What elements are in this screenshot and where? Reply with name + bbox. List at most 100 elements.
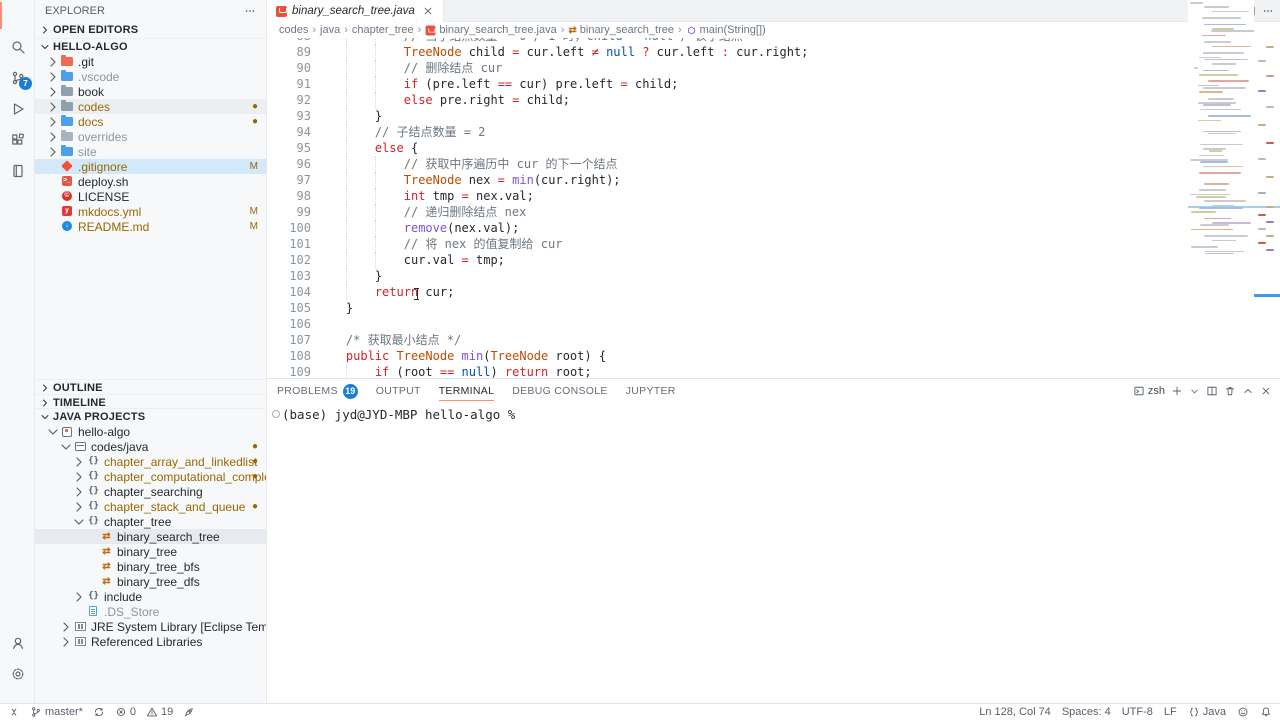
java-item-chapter-searching[interactable]: {}chapter_searching (35, 484, 266, 499)
activity-bar-search[interactable] (0, 31, 35, 62)
kill-terminal-button[interactable] (1224, 385, 1236, 397)
command-decoration-icon[interactable] (272, 410, 280, 418)
close-panel-button[interactable] (1260, 385, 1272, 397)
panel-tab-problems[interactable]: PROBLEMS19 (277, 379, 358, 403)
chevron-down-icon (39, 41, 51, 53)
explorer-item-mkdocs-yml[interactable]: ymkdocs.ymlM (35, 204, 266, 219)
status-bell[interactable] (1260, 706, 1272, 718)
status-remote[interactable] (8, 706, 20, 718)
line-number: 91 (267, 76, 311, 92)
section-open-editors[interactable]: OPEN EDITORS (35, 22, 266, 38)
panel-tab-output[interactable]: OUTPUT (376, 379, 421, 403)
tab-binary-search-tree[interactable]: binary_search_tree.java (267, 0, 444, 22)
code-text: if (pre.left == cur) pre.left = child; (404, 76, 679, 92)
section-root-folder[interactable]: HELLO-ALGO (35, 38, 266, 54)
activity-bar-explorer[interactable] (0, 0, 35, 31)
terminal-shell-selector[interactable]: zsh (1133, 385, 1165, 397)
vscode-window: 7 EXPLORER OPEN EDITORS HELLO-ALGO .git.… (0, 0, 1280, 720)
breadcrumb-item-binary-search-tree-java[interactable]: binary_search_tree.java (425, 24, 556, 36)
status-0[interactable]: 0 (115, 706, 136, 718)
explorer-item-readme-md[interactable]: ↓README.mdM (35, 219, 266, 234)
code-line-99: 99// 递归删除结点 nex (267, 204, 1188, 220)
chevron-right-icon (45, 129, 61, 145)
sync-icon (93, 706, 105, 718)
terminal[interactable]: (base) jyd@JYD-MBP hello-algo % (267, 405, 1280, 703)
breadcrumb-item-java[interactable]: java (320, 24, 340, 36)
activity-bar-run-debug[interactable] (0, 93, 35, 124)
status-utf-8[interactable]: UTF-8 (1122, 706, 1153, 718)
activity-bar-extensions[interactable] (0, 124, 35, 155)
status-master[interactable]: master* (30, 706, 83, 718)
activity-bar-settings[interactable] (0, 658, 35, 689)
explorer-item-site[interactable]: site (35, 144, 266, 159)
breadcrumb-item-main-string[interactable]: main(String[]) (686, 24, 766, 36)
breadcrumb-item-chapter-tree[interactable]: chapter_tree (352, 24, 414, 36)
breadcrumb-item-binary-search-tree[interactable]: ⇄binary_search_tree (568, 24, 674, 37)
status-ln-128-col-74[interactable]: Ln 128, Col 74 (979, 706, 1051, 718)
explorer-item-git[interactable]: .git (35, 54, 266, 69)
activity-bar-notebook[interactable] (0, 155, 35, 186)
java-item-chapter-stack-and-queue[interactable]: {}chapter_stack_and_queue● (35, 499, 266, 514)
rocket-icon (183, 706, 195, 718)
java-item-chapter-array-and-linkedlist[interactable]: {}chapter_array_and_linkedlist● (35, 454, 266, 469)
activity-bar-account[interactable] (0, 627, 35, 658)
section-outline[interactable]: OUTLINE (35, 379, 266, 395)
status-spaces-4[interactable]: Spaces: 4 (1062, 706, 1111, 718)
breadcrumb-item-codes[interactable]: codes (279, 24, 308, 36)
status-19[interactable]: 19 (146, 706, 173, 718)
chevron-right-icon (58, 634, 74, 650)
java-item-chapter-tree[interactable]: {}chapter_tree (35, 514, 266, 529)
explorer-item-gitignore[interactable]: .gitignoreM (35, 159, 266, 174)
line-number: 89 (267, 44, 311, 60)
maximize-panel-button[interactable] (1242, 385, 1254, 397)
explorer-item-docs[interactable]: docs● (35, 114, 266, 129)
item-label: chapter_searching (104, 485, 203, 499)
panel-tab-terminal[interactable]: TERMINAL (439, 379, 495, 403)
java-item-binary-tree-dfs[interactable]: ⇄binary_tree_dfs (35, 574, 266, 589)
status-sync[interactable] (93, 706, 105, 718)
explorer-item-license[interactable]: ©LICENSE (35, 189, 266, 204)
java-item-hello-algo[interactable]: hello-algo (35, 424, 266, 439)
settings-icon (10, 666, 26, 682)
explorer-item-vscode[interactable]: .vscode (35, 69, 266, 84)
section-java-projects[interactable]: JAVA PROJECTS (35, 408, 266, 424)
new-terminal-button[interactable] (1171, 385, 1183, 397)
explorer-item-overrides[interactable]: overrides (35, 129, 266, 144)
panel-tab-jupyter[interactable]: JUPYTER (626, 379, 676, 403)
library-icon (74, 635, 87, 648)
java-item-chapter-computational-complexity[interactable]: {}chapter_computational_complexity● (35, 469, 266, 484)
status-java[interactable]: Java (1188, 706, 1226, 718)
explorer-more-actions-icon[interactable] (244, 5, 256, 17)
panel-tab-label: DEBUG CONSOLE (512, 385, 608, 397)
activity-bar-source-control[interactable]: 7 (0, 62, 35, 93)
git-file-icon (61, 160, 74, 173)
java-item-binary-search-tree[interactable]: ⇄binary_search_tree (35, 529, 266, 544)
java-item-ds-store[interactable]: .DS_Store (35, 604, 266, 619)
java-item-referenced-libraries[interactable]: Referenced Libraries (35, 634, 266, 649)
overview-tick (1266, 75, 1274, 77)
panel-tab-debug-console[interactable]: DEBUG CONSOLE (512, 379, 608, 403)
close-icon[interactable] (422, 5, 434, 17)
java-item-binary-tree-bfs[interactable]: ⇄binary_tree_bfs (35, 559, 266, 574)
line-number: 98 (267, 188, 311, 204)
java-item-binary-tree[interactable]: ⇄binary_tree (35, 544, 266, 559)
status-rocket[interactable] (183, 706, 195, 718)
status-feedback[interactable] (1237, 706, 1249, 718)
run-debug-icon (10, 101, 26, 117)
shell-label: zsh (1148, 385, 1165, 397)
status-lf[interactable]: LF (1164, 706, 1177, 718)
java-item-include[interactable]: {}include (35, 589, 266, 604)
code-editor[interactable]: 88// 当子结点数量 = 0 / 1 时，child = null / 该子结… (267, 38, 1188, 378)
explorer-item-deploy-sh[interactable]: >_deploy.sh (35, 174, 266, 189)
terminal-dropdown-button[interactable] (1189, 386, 1200, 397)
minimap[interactable] (1188, 0, 1254, 378)
braces-icon (1188, 706, 1200, 718)
split-terminal-button[interactable] (1206, 385, 1218, 397)
java-item-codes-java[interactable]: codes/java● (35, 439, 266, 454)
explorer-item-codes[interactable]: codes● (35, 99, 266, 114)
java-item-jre-system-library-eclipse-temurin-17-17[interactable]: JRE System Library [Eclipse Temurin 17 [… (35, 619, 266, 634)
item-label: codes (78, 100, 110, 114)
namespace-braces-icon: {} (87, 590, 100, 603)
explorer-item-book[interactable]: book (35, 84, 266, 99)
class-symbol-icon: ⇄ (568, 24, 576, 37)
